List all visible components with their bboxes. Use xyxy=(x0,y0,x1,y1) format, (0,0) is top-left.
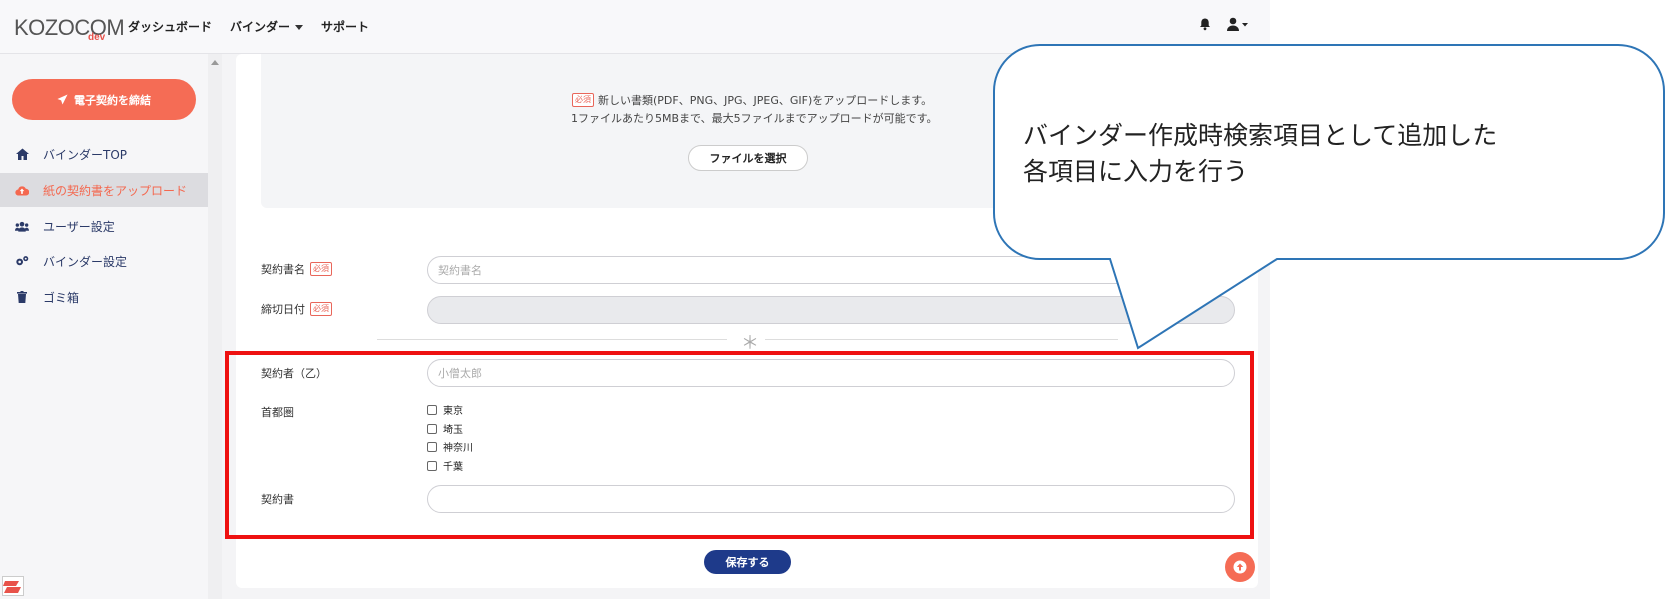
contract-name-placeholder: 契約書名 xyxy=(438,264,482,277)
scroll-up-arrow-icon[interactable] xyxy=(211,60,219,65)
create-econtract-label: 電子契約を締結 xyxy=(74,93,151,107)
sidebar-item-user-settings[interactable]: ユーザー設定 xyxy=(0,209,208,243)
sidebar-item-label: バインダー設定 xyxy=(43,254,128,269)
logo-text: KOZOCOM xyxy=(14,15,125,40)
save-button[interactable]: 保存する xyxy=(704,550,791,574)
highlight-box xyxy=(225,351,1254,539)
home-icon xyxy=(15,148,29,160)
logo-sub: dev xyxy=(88,32,106,43)
bell-icon[interactable] xyxy=(1198,16,1212,35)
sidebar-item-label: バインダーTOP xyxy=(43,147,128,162)
sidebar-item-label: 紙の契約書をアップロード xyxy=(43,183,188,198)
contract-name-label: 契約書名 xyxy=(261,263,305,276)
required-badge: 必須 xyxy=(310,302,332,316)
nav-binder-label: バインダー xyxy=(230,20,291,34)
user-menu-icon[interactable] xyxy=(1226,16,1250,35)
upload-limit-text: 1ファイルあたり5MBまで、最大5ファイルまでアップロードが可能です。 xyxy=(571,112,938,125)
contract-name-label-group: 契約書名 必須 xyxy=(261,261,332,277)
scroll-to-top-button[interactable] xyxy=(1225,552,1255,582)
app-badge-icon[interactable] xyxy=(2,576,24,596)
separator-left xyxy=(377,339,727,340)
nav-binder[interactable]: バインダー xyxy=(230,18,304,35)
paper-plane-icon xyxy=(57,94,68,105)
nav-support[interactable]: サポート xyxy=(321,18,369,35)
required-badge: 必須 xyxy=(572,93,594,107)
users-icon xyxy=(15,221,29,232)
sidebar-item-trash[interactable]: ゴミ箱 xyxy=(0,280,208,314)
logo[interactable]: KOZOCOM dev xyxy=(14,15,125,45)
chevron-down-icon xyxy=(295,25,304,30)
callout-line-2: 各項目に入力を行う xyxy=(1023,157,1249,186)
sidebar-scrollbar[interactable] xyxy=(208,54,222,599)
trash-icon xyxy=(15,291,29,303)
required-badge: 必須 xyxy=(310,262,332,276)
sidebar-item-binder-top[interactable]: バインダーTOP xyxy=(0,137,208,171)
nav-dashboard[interactable]: ダッシュボード xyxy=(128,18,212,35)
header-icons xyxy=(1198,16,1250,35)
callout-bubble xyxy=(993,44,1665,350)
cloud-upload-icon xyxy=(15,185,29,196)
main-nav: ダッシュボード バインダー サポート xyxy=(128,18,369,35)
callout-text: バインダー作成時検索項目として追加した 各項目に入力を行う xyxy=(1023,118,1623,190)
create-econtract-button[interactable]: 電子契約を締結 xyxy=(12,79,196,120)
upload-instructions: 必須 新しい書類(PDF、PNG、JPG、JPEG、GIF)をアップロードします… xyxy=(572,92,932,108)
deadline-label-group: 締切日付 必須 xyxy=(261,301,332,317)
sidebar-item-binder-settings[interactable]: バインダー設定 xyxy=(0,244,208,278)
sidebar: 電子契約を締結 バインダーTOP 紙の契約書をアップロード ユーザー設定 バイン… xyxy=(0,54,208,599)
sidebar-item-paper-upload[interactable]: 紙の契約書をアップロード xyxy=(0,173,208,207)
deadline-label: 締切日付 xyxy=(261,303,305,316)
callout-line-1: バインダー作成時検索項目として追加した xyxy=(1023,121,1498,150)
sidebar-item-label: ゴミ箱 xyxy=(43,290,80,305)
choose-file-button[interactable]: ファイルを選択 xyxy=(688,145,808,171)
upload-instructions-text: 新しい書類(PDF、PNG、JPG、JPEG、GIF)をアップロードします。 xyxy=(598,94,933,107)
sidebar-item-label: ユーザー設定 xyxy=(43,219,115,234)
gears-icon xyxy=(15,255,29,267)
arrow-up-circle-icon xyxy=(1233,560,1247,574)
